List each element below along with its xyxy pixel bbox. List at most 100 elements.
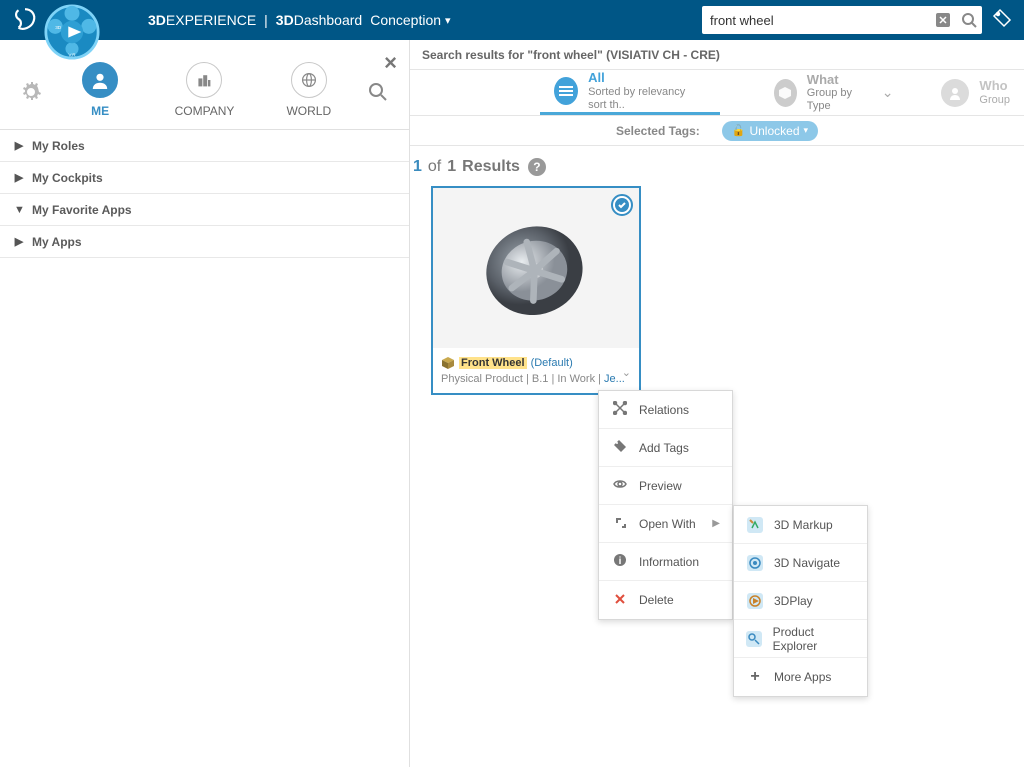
person-icon — [82, 62, 118, 98]
brand-bold-1: 3D — [148, 12, 166, 28]
unlocked-pill[interactable]: 🔓 Unlocked ▾ — [722, 121, 818, 141]
product-icon — [441, 356, 455, 370]
menu-add-tags[interactable]: Add Tags — [599, 429, 732, 467]
chevron-down-icon: ▾ — [445, 14, 451, 27]
results-count: 1 of 1 Results ? — [413, 152, 1024, 186]
arrow-icon: ▼ — [14, 204, 24, 216]
eye-icon — [611, 477, 629, 494]
nav-label: My Apps — [32, 235, 82, 249]
app-header: 3D V.R 3DEXPERIENCE | 3DDashboard Concep… — [0, 0, 1024, 40]
building-icon — [186, 62, 222, 98]
card-info: Front Wheel (Default) Physical Product | … — [433, 348, 639, 393]
svg-text:i: i — [619, 556, 622, 567]
nav-my-cockpits[interactable]: ▶ My Cockpits — [0, 162, 409, 194]
open-with-icon — [611, 515, 629, 532]
menu-information[interactable]: i Information — [599, 543, 732, 581]
app-icon — [746, 592, 764, 610]
results-header: Search results for "front wheel" (VISIAT… — [410, 40, 1024, 70]
submenu-label: 3D Markup — [774, 518, 833, 532]
tab-world[interactable]: WORLD — [257, 62, 361, 118]
list-icon — [554, 77, 578, 105]
submenu-label: 3D Navigate — [774, 556, 840, 570]
result-variant: (Default) — [531, 357, 573, 369]
help-icon[interactable]: ? — [528, 158, 546, 176]
menu-open-with[interactable]: Open With ▶ — [599, 505, 732, 543]
tab-company[interactable]: COMPANY — [152, 62, 256, 118]
app-icon — [746, 630, 763, 648]
panel-search-icon[interactable] — [361, 62, 395, 122]
meta-text: Physical Product | B.1 | In Work | — [441, 373, 604, 385]
brand-text-2: Dashboard — [294, 12, 363, 28]
ds-logo-icon — [12, 7, 38, 33]
brand-text-1: EXPERIENCE — [166, 12, 256, 28]
nav-my-apps[interactable]: ▶ My Apps — [0, 226, 409, 258]
nav-label: My Roles — [32, 139, 85, 153]
menu-label: Information — [639, 555, 699, 569]
global-search — [702, 6, 982, 34]
tag-icon — [611, 439, 629, 456]
compass-icon[interactable]: 3D V.R — [44, 4, 100, 60]
nav-my-roles[interactable]: ▶ My Roles — [0, 130, 409, 162]
count-total: 1 — [447, 158, 456, 176]
menu-delete[interactable]: Delete — [599, 581, 732, 619]
brand-bold-2: 3D — [276, 12, 294, 28]
search-input[interactable] — [702, 13, 930, 28]
arrow-icon: ▶ — [14, 139, 24, 152]
chevron-right-icon: ▶ — [712, 518, 720, 529]
chevron-down-icon: ▾ — [804, 125, 809, 136]
app-icon — [746, 516, 764, 534]
search-icon[interactable] — [956, 7, 982, 33]
menu-label: Relations — [639, 403, 689, 417]
menu-label: Open With — [639, 517, 696, 531]
submenu-3d-markup[interactable]: 3D Markup — [734, 506, 867, 544]
tab-me-label: ME — [91, 104, 109, 118]
menu-label: Add Tags — [639, 441, 689, 455]
open-with-submenu: 3D Markup 3D Navigate 3DPlay Product Exp… — [733, 505, 868, 697]
count-word: Results — [462, 158, 520, 176]
filter-bar: All Sorted by relevancy sort th.. What G… — [410, 70, 1024, 116]
submenu-more-apps[interactable]: + More Apps — [734, 658, 867, 696]
context-menu: Relations Add Tags Preview Open With ▶ i I… — [598, 390, 733, 620]
filter-what[interactable]: What Group by Type ⌄ — [760, 70, 908, 115]
menu-label: Preview — [639, 479, 682, 493]
header-title: 3DEXPERIENCE | 3DDashboard Conception ▾ — [148, 12, 451, 28]
pipe-separator: | — [264, 12, 268, 28]
filter-who-sub: Group — [979, 94, 1010, 107]
submenu-label: 3DPlay — [774, 594, 813, 608]
submenu-3d-navigate[interactable]: 3D Navigate — [734, 544, 867, 582]
app-icon — [746, 554, 764, 572]
context-dropdown[interactable]: Conception ▾ — [370, 12, 450, 28]
selected-check-icon[interactable] — [611, 194, 633, 216]
submenu-3dplay[interactable]: 3DPlay — [734, 582, 867, 620]
submenu-product-explorer[interactable]: Product Explorer — [734, 620, 867, 658]
delete-icon — [611, 592, 629, 609]
plus-icon: + — [746, 668, 764, 686]
result-card[interactable]: Front Wheel (Default) Physical Product | … — [431, 186, 641, 395]
unlock-icon: 🔓 — [732, 124, 746, 137]
menu-preview[interactable]: Preview — [599, 467, 732, 505]
clear-search-icon[interactable] — [930, 7, 956, 33]
submenu-label: More Apps — [774, 670, 831, 684]
svg-text:V.R: V.R — [68, 52, 76, 57]
count-current: 1 — [413, 158, 422, 176]
arrow-icon: ▶ — [14, 171, 24, 184]
expand-card-icon[interactable]: ⌄ — [622, 366, 631, 379]
result-name: Front Wheel — [459, 357, 527, 369]
filter-all[interactable]: All Sorted by relevancy sort th.. — [540, 70, 720, 115]
filter-who[interactable]: Who Group — [927, 70, 1024, 115]
result-meta: Physical Product | B.1 | In Work | Je... — [441, 373, 631, 385]
globe-icon — [291, 62, 327, 98]
card-thumbnail — [433, 188, 639, 348]
arrow-icon: ▶ — [14, 235, 24, 248]
relations-icon — [611, 401, 629, 418]
nav-my-favorite-apps[interactable]: ▼My Favorite Apps — [0, 194, 409, 226]
tags-icon[interactable] — [992, 8, 1012, 33]
filter-all-sub: Sorted by relevancy sort th.. — [588, 86, 706, 112]
tab-me[interactable]: ME — [48, 62, 152, 118]
menu-relations[interactable]: Relations — [599, 391, 732, 429]
chevron-down-icon: ⌄ — [882, 84, 894, 101]
nav-label: My Cockpits — [32, 171, 103, 185]
settings-icon[interactable] — [14, 62, 48, 122]
unlocked-label: Unlocked — [749, 124, 799, 138]
menu-label: Delete — [639, 593, 674, 607]
